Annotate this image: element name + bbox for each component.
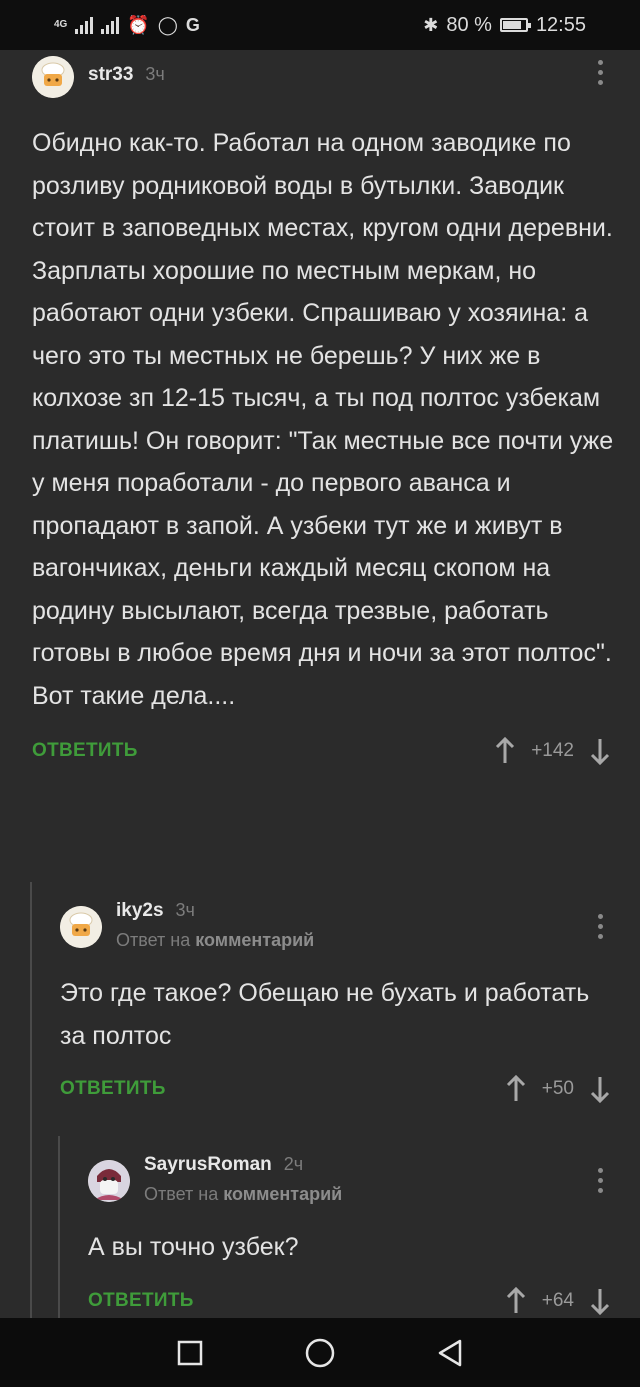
reply-to-prefix: Ответ на [116,930,191,950]
battery-icon [499,18,531,32]
comment-header: str33 3ч [32,56,612,106]
downvote-icon[interactable] [588,1286,612,1316]
reply-to-link[interactable]: комментарий [223,1184,342,1204]
score: +64 [541,1289,574,1311]
avatar[interactable] [88,1160,130,1202]
comment-3: SayrusRoman 2ч Ответ на комментарий А вы… [88,1154,612,1318]
reply-to-link[interactable]: комментарий [195,930,314,950]
score: +50 [541,1078,574,1099]
chef-hat-icon [60,906,102,948]
comment-meta: str33 3ч [88,64,165,86]
masked-person-icon [88,1160,130,1202]
status-left: 4G ⏰ ◯ G [54,15,200,36]
downvote-icon[interactable] [588,1074,612,1104]
whatsapp-icon: ◯ [157,14,178,35]
comment-time: 3ч [175,900,195,920]
comment-time: 2ч [283,1154,304,1174]
author-name[interactable]: str33 [88,64,133,86]
thread-line [58,1136,60,1318]
comment-text: А вы точно узбек? [88,1233,299,1261]
comment-footer: ОТВЕТИТЬ +50 [60,1069,612,1109]
upvote-icon[interactable] [504,1286,528,1316]
battery-percent: 80 % [446,13,492,36]
network-label: 4G [54,19,68,30]
chef-hat-icon [32,56,74,98]
home-button[interactable] [303,1336,337,1370]
thread-line [30,882,32,1318]
network-type: 4G [54,20,67,30]
comments-feed[interactable]: str33 3ч Обидно как-то. Работал на одном… [0,50,640,1318]
square-icon [177,1340,203,1365]
comment-header: iky2s 3ч Ответ на комментарий [60,900,612,952]
signal-2-icon [101,16,120,34]
signal-icon [75,16,94,34]
comment-text: Это где такое? Обещаю не бухать и работа… [60,979,590,1050]
status-bar: 4G ⏰ ◯ G ✱ 80 % 12:55 [0,0,640,50]
avatar[interactable] [60,906,102,948]
downvote-icon[interactable] [588,736,612,766]
back-triangle-icon [438,1339,462,1366]
upvote-icon[interactable] [504,1074,528,1104]
reply-to: Ответ на комментарий [116,930,314,951]
author-name[interactable]: iky2s [116,900,164,922]
comment-footer: ОТВЕТИТЬ +64 [88,1281,612,1319]
alarm-icon: ⏰ [127,14,150,35]
more-options-icon[interactable] [590,60,610,85]
comment-text: Обидно как-то. Работал на одном заводике… [32,129,614,710]
system-nav-bar [0,1318,640,1387]
reply-button[interactable]: ОТВЕТИТЬ [88,1290,194,1312]
author-name[interactable]: SayrusRoman [144,1154,272,1176]
vote-controls: +64 [504,1286,612,1316]
more-options-icon[interactable] [590,1168,610,1193]
comment-header: SayrusRoman 2ч Ответ на комментарий [88,1154,612,1206]
reply-button[interactable]: ОТВЕТИТЬ [60,1078,166,1100]
comment-time: 3ч [145,64,165,84]
recents-button[interactable] [173,1336,207,1370]
comment-meta: SayrusRoman 2ч Ответ на комментарий [144,1154,342,1205]
bluetooth-icon: ✱ [423,14,439,35]
comment-footer: ОТВЕТИТЬ +142 [32,731,612,771]
comment-meta: iky2s 3ч Ответ на комментарий [116,900,314,951]
vote-controls: +142 [493,736,612,766]
reply-to: Ответ на комментарий [144,1184,342,1205]
circle-icon [305,1338,335,1367]
status-right: ✱ 80 % 12:55 [423,14,586,37]
upvote-icon[interactable] [493,736,517,766]
google-icon: G [185,14,200,35]
more-options-icon[interactable] [590,914,610,939]
reply-to-prefix: Ответ на [144,1184,219,1204]
back-button[interactable] [433,1336,467,1370]
comment-1: str33 3ч Обидно как-то. Работал на одном… [32,56,613,771]
vote-controls: +50 [504,1074,612,1104]
avatar[interactable] [32,56,74,98]
reply-button[interactable]: ОТВЕТИТЬ [32,740,138,762]
clock: 12:55 [535,13,586,36]
comment-2: iky2s 3ч Ответ на комментарий Это где та… [60,900,612,1109]
score: +142 [531,740,574,761]
